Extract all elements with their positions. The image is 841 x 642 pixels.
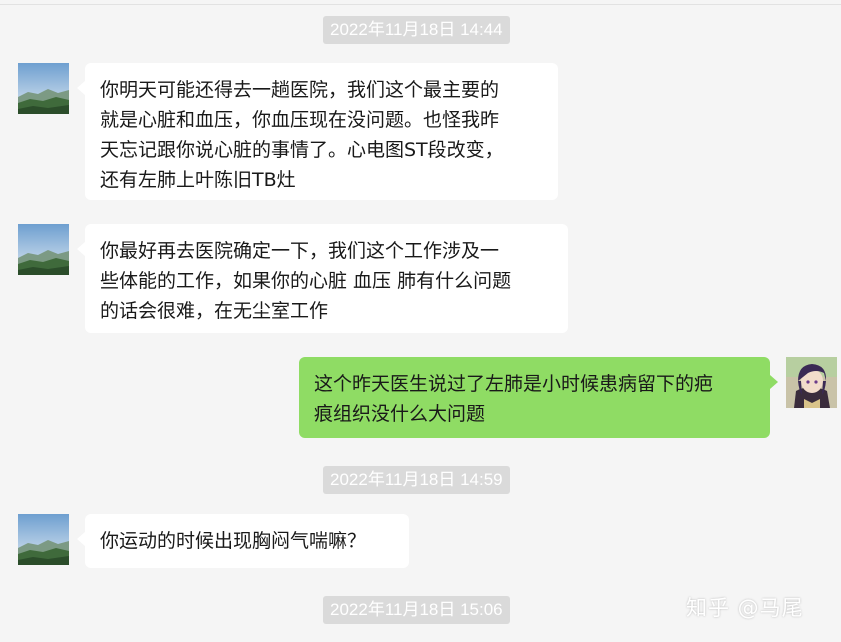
message-bubble-incoming[interactable]: 你最好再去医院确定一下，我们这个工作涉及一 些体能的工作，如果你的心脏 血压 肺…: [85, 224, 568, 333]
landscape-avatar-icon: [18, 514, 69, 565]
zhihu-watermark: 知乎 @马尾: [686, 596, 804, 620]
landscape-avatar-icon: [18, 224, 69, 275]
timestamp: 2022年11月18日 15:06: [323, 596, 510, 624]
bubble-tail: [77, 242, 85, 256]
anime-character-avatar-icon: [786, 357, 837, 408]
landscape-avatar-icon: [18, 63, 69, 114]
bubble-tail: [770, 375, 778, 389]
message-bubble-outgoing[interactable]: 这个昨天医生说过了左肺是小时候患病留下的疤 痕组织没什么大问题: [299, 357, 770, 438]
top-divider: [0, 4, 841, 5]
message-bubble-incoming[interactable]: 你明天可能还得去一趟医院，我们这个最主要的 就是心脏和血压，你血压现在没问题。也…: [85, 63, 558, 200]
bubble-tail: [77, 81, 85, 95]
bubble-tail: [77, 532, 85, 546]
contact-avatar[interactable]: [18, 63, 69, 114]
contact-avatar[interactable]: [18, 514, 69, 565]
contact-avatar[interactable]: [18, 224, 69, 275]
self-avatar[interactable]: [786, 357, 837, 408]
timestamp: 2022年11月18日 14:59: [323, 466, 510, 494]
timestamp: 2022年11月18日 14:44: [323, 16, 510, 44]
message-bubble-incoming[interactable]: 你运动的时候出现胸闷气喘嘛？: [85, 514, 409, 568]
